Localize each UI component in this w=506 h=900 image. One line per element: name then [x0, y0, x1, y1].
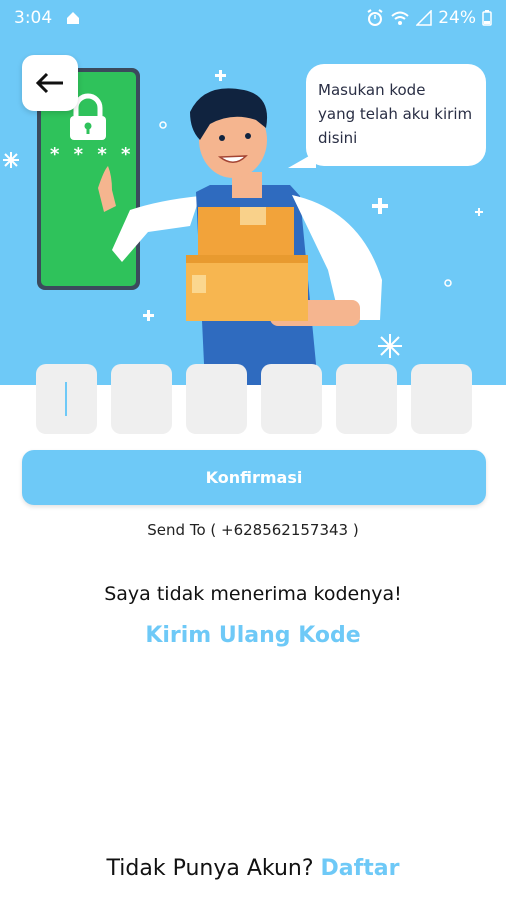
status-time: 3:04 — [14, 8, 53, 28]
status-icons: 24% — [366, 8, 492, 28]
back-arrow-icon — [35, 72, 63, 94]
signup-question: Tidak Punya Akun? — [106, 856, 314, 881]
signup-prompt: Tidak Punya Akun? Daftar — [0, 856, 506, 881]
alarm-icon — [367, 9, 383, 26]
send-to-text: Send To ( +628562157343 ) — [147, 521, 359, 539]
confirm-button[interactable]: Konfirmasi — [22, 450, 486, 505]
text-caret — [65, 382, 67, 416]
otp-digit-1[interactable] — [36, 364, 97, 434]
back-button[interactable] — [22, 55, 78, 111]
signal-icon — [416, 10, 432, 26]
signup-link[interactable]: Daftar — [321, 856, 400, 881]
otp-digit-5[interactable] — [336, 364, 397, 434]
otp-digit-3[interactable] — [186, 364, 247, 434]
otp-digit-6[interactable] — [411, 364, 472, 434]
otp-digit-4[interactable] — [261, 364, 322, 434]
home-icon — [67, 12, 79, 24]
wifi-icon — [391, 11, 409, 25]
battery-icon — [482, 10, 492, 26]
speech-bubble: Masukan kode yang telah aku kirim disini — [306, 64, 486, 166]
phone-pin-mask: * * * * — [50, 144, 134, 165]
courier-illustration: * * * * — [3, 68, 483, 385]
status-bar: 3:04 24% — [0, 0, 506, 36]
otp-digit-2[interactable] — [111, 364, 172, 434]
not-received-text: Saya tidak menerima kodenya! — [104, 583, 402, 605]
battery-percent: 24% — [438, 8, 476, 28]
hero-illustration: * * * * — [0, 0, 506, 385]
otp-input-row — [36, 364, 472, 434]
resend-code-link[interactable]: Kirim Ulang Kode — [0, 623, 506, 648]
